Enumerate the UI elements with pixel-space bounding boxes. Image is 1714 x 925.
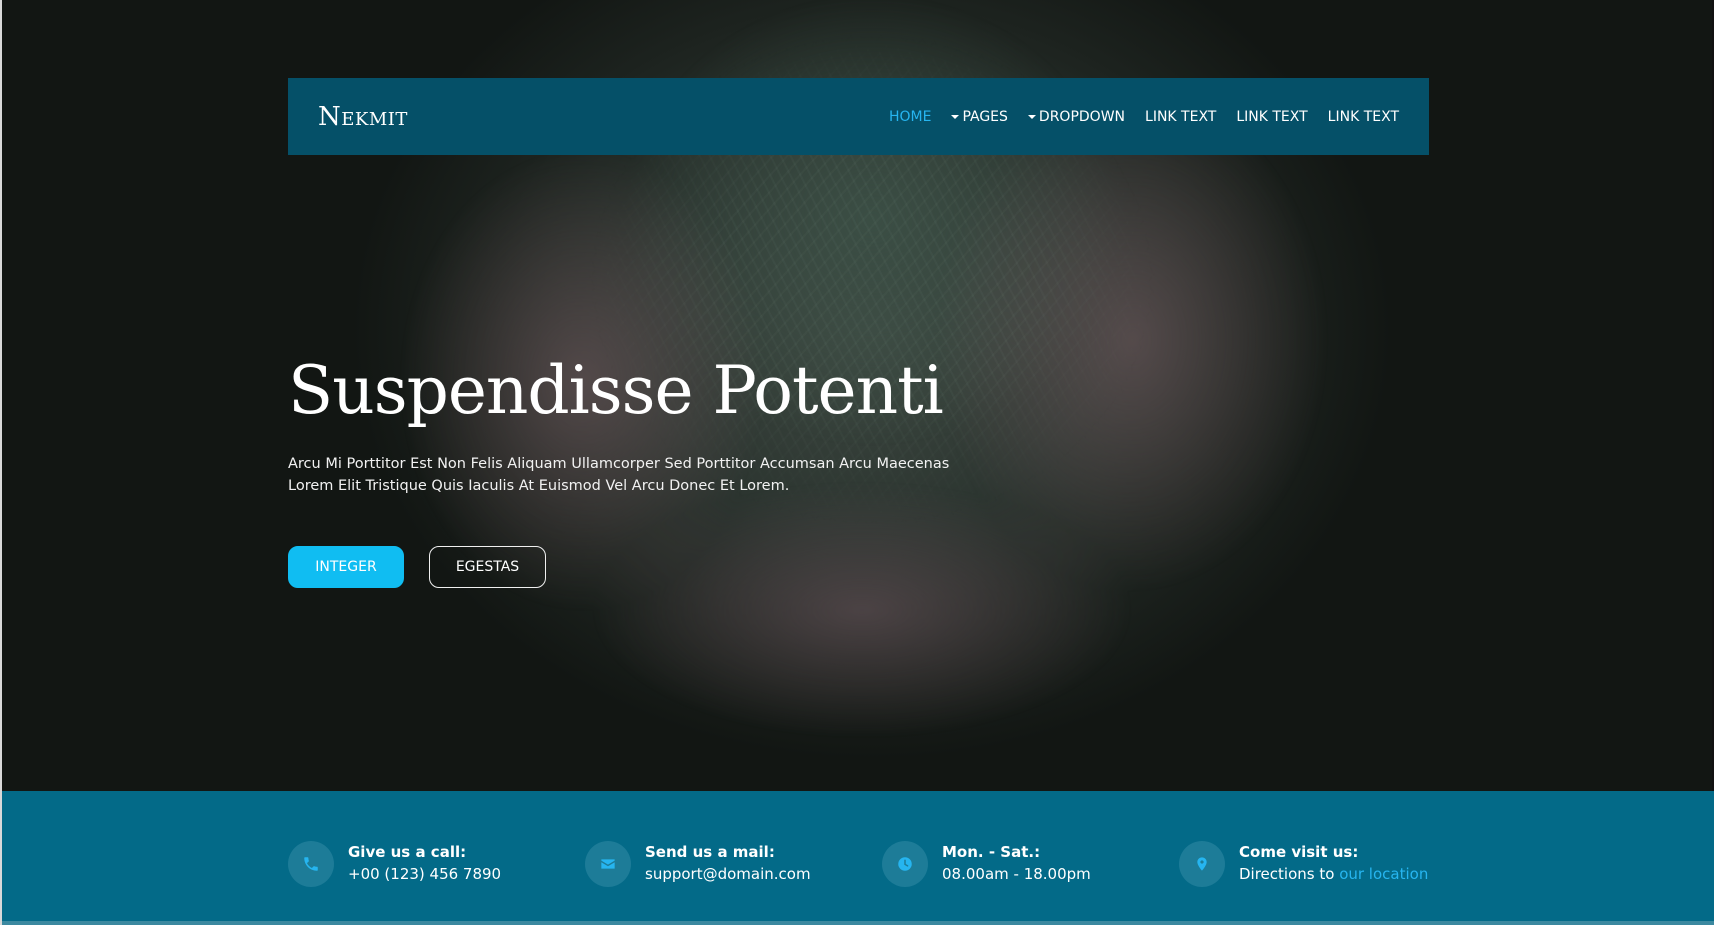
nav-item-link-3[interactable]: LINK TEXT <box>1328 109 1399 125</box>
contact-mail-value[interactable]: support@domain.com <box>645 863 811 885</box>
hero-title: Suspendisse Potenti <box>288 352 944 429</box>
nav-item-dropdown[interactable]: DROPDOWN <box>1027 108 1126 125</box>
clock-icon <box>882 841 928 887</box>
main-navbar: Nekmit HOME PAGES DROPDOWN LINK TEXT LIN… <box>288 78 1429 155</box>
map-pin-icon <box>1179 841 1225 887</box>
contact-hours: Mon. - Sat.: 08.00am - 18.00pm <box>882 841 1091 887</box>
contact-call-label: Give us a call: <box>348 843 467 861</box>
nav-item-link-1[interactable]: LINK TEXT <box>1145 109 1216 125</box>
hero-description-line-2: Lorem Elit Tristique Quis Iaculis At Eui… <box>288 478 790 495</box>
hero-description: Arcu Mi Porttitor Est Non Felis Aliquam … <box>288 453 968 497</box>
nav-item-label: LINK TEXT <box>1236 108 1308 125</box>
contact-hours-text: Mon. - Sat.: 08.00am - 18.00pm <box>942 841 1091 885</box>
contact-visit-text: Come visit us: Directions to our locatio… <box>1239 841 1428 885</box>
integer-button[interactable]: INTEGER <box>288 546 404 589</box>
our-location-link[interactable]: our location <box>1339 865 1428 883</box>
contact-call-text: Give us a call: +00 (123) 456 7890 <box>348 841 501 885</box>
contact-mail-label: Send us a mail: <box>645 843 775 861</box>
nav-links: HOME PAGES DROPDOWN LINK TEXT LINK TEXT … <box>889 109 1399 125</box>
mail-icon <box>585 841 631 887</box>
hero-description-line-1: Arcu Mi Porttitor Est Non Felis Aliquam … <box>288 456 950 473</box>
contact-hours-value: 08.00am - 18.00pm <box>942 865 1091 883</box>
egestas-button[interactable]: EGESTAS <box>429 546 546 589</box>
nav-item-label: DROPDOWN <box>1038 108 1126 125</box>
phone-icon <box>288 841 334 887</box>
nav-item-label: HOME <box>888 108 932 125</box>
hero-buttons: INTEGER EGESTAS <box>288 546 968 589</box>
contact-visit: Come visit us: Directions to our locatio… <box>1179 841 1428 887</box>
caret-down-icon <box>1027 114 1036 119</box>
nav-item-home[interactable]: HOME <box>889 109 931 125</box>
brand-logo[interactable]: Nekmit <box>318 102 408 132</box>
contact-call-value[interactable]: +00 (123) 456 7890 <box>348 863 501 885</box>
contact-hours-label: Mon. - Sat.: <box>942 843 1041 861</box>
contact-mail: Send us a mail: support@domain.com <box>585 841 811 887</box>
hero-content: Suspendisse Potenti Arcu Mi Porttitor Es… <box>288 352 968 589</box>
contact-visit-prefix: Directions to <box>1239 865 1335 883</box>
nav-item-link-2[interactable]: LINK TEXT <box>1236 109 1307 125</box>
nav-item-label: LINK TEXT <box>1327 108 1399 125</box>
contact-info-bar: Give us a call: +00 (123) 456 7890 Send … <box>2 791 1714 925</box>
contact-visit-value: Directions to our location <box>1239 863 1428 885</box>
contact-visit-label: Come visit us: <box>1239 843 1359 861</box>
caret-down-icon <box>951 114 960 119</box>
contact-mail-text: Send us a mail: support@domain.com <box>645 841 811 885</box>
nav-item-pages[interactable]: PAGES <box>951 108 1008 125</box>
nav-item-label: LINK TEXT <box>1145 108 1217 125</box>
nav-item-label: PAGES <box>962 108 1008 125</box>
contact-call: Give us a call: +00 (123) 456 7890 <box>288 841 501 887</box>
